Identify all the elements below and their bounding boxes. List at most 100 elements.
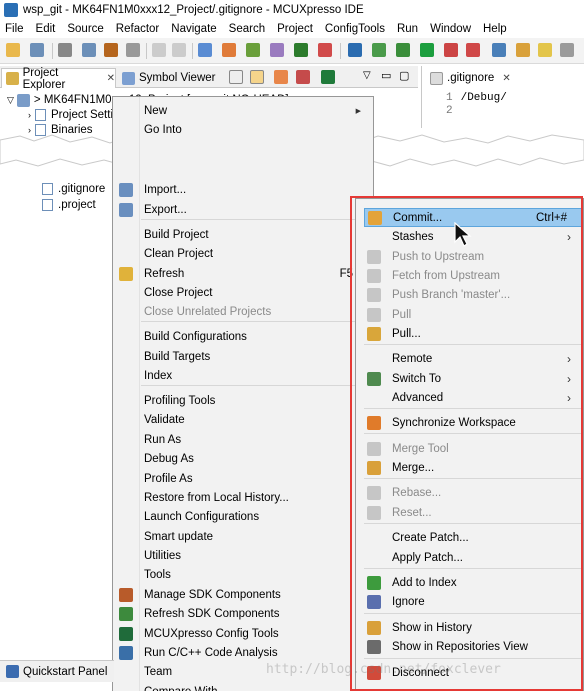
- editor-line[interactable]: 2: [446, 105, 454, 117]
- menu-search[interactable]: Search: [224, 23, 272, 35]
- team-item-create-patch[interactable]: Create Patch...: [356, 528, 583, 547]
- tab-gitignore[interactable]: .gitignore ✕: [426, 68, 515, 88]
- menu-item-refresh[interactable]: Refresh F5: [113, 264, 375, 283]
- tree-item[interactable]: .gitignore: [42, 181, 105, 197]
- team-item-pull[interactable]: Pull...: [356, 324, 583, 343]
- menu-item-profiling-tools[interactable]: Profiling Tools▶: [113, 391, 375, 410]
- menu-item-manage-sdk-components[interactable]: Manage SDK Components: [113, 585, 375, 604]
- menu-item-smart-update[interactable]: Smart update: [113, 527, 375, 546]
- menu-item-compare-with[interactable]: Compare With: [113, 682, 375, 691]
- new-icon[interactable]: [6, 43, 20, 57]
- menu-item-go-into[interactable]: Go Into: [113, 120, 375, 139]
- menu-item-import[interactable]: Import...: [113, 180, 375, 199]
- team-item-fetch-from-upstream[interactable]: Fetch from Upstream: [356, 266, 583, 285]
- configtools-view-icon[interactable]: [321, 70, 335, 84]
- tree-item[interactable]: › Project Setti: [28, 107, 113, 123]
- menu-window[interactable]: Window: [425, 23, 478, 35]
- menu-item-refresh-sdk-components[interactable]: Refresh SDK Components: [113, 604, 375, 623]
- team-item-push-branch-master[interactable]: Push Branch 'master'...: [356, 285, 583, 304]
- expand-chevron-icon[interactable]: ▽: [7, 95, 14, 106]
- quickstart-panel-tab[interactable]: Quickstart Panel: [0, 660, 114, 682]
- collapse-all-icon[interactable]: [229, 70, 243, 84]
- menu-item-build-configurations[interactable]: Build Configurations▶: [113, 327, 375, 346]
- team-item-advanced[interactable]: Advanced ›: [356, 388, 583, 407]
- build-icon[interactable]: [82, 43, 96, 57]
- menu-item-run-c-c-code-analysis[interactable]: Run C/C++ Code Analysis: [113, 643, 375, 662]
- menu-item-build-targets[interactable]: Build Targets▶: [113, 347, 375, 366]
- external-tools-icon[interactable]: [492, 43, 506, 57]
- run-icon[interactable]: [396, 43, 410, 57]
- menu-item-close-unrelated-projects[interactable]: Close Unrelated Projects: [113, 302, 375, 321]
- more-icon[interactable]: [560, 43, 574, 57]
- menu-item-mcuxpresso-config-tools[interactable]: MCUXpresso Config Tools: [113, 624, 375, 643]
- tab-project-explorer[interactable]: Project Explorer ✕: [1, 67, 116, 91]
- new-project-icon[interactable]: [198, 43, 212, 57]
- debug-icon[interactable]: [348, 43, 362, 57]
- menu-source[interactable]: Source: [62, 23, 110, 35]
- team-item-synchronize-workspace[interactable]: Synchronize Workspace: [356, 413, 583, 432]
- team-item-switch-to[interactable]: Switch To ›: [356, 369, 583, 388]
- team-item-show-in-repositories-view[interactable]: Show in Repositories View: [356, 637, 583, 656]
- menu-item-clean-project[interactable]: Clean Project: [113, 244, 375, 263]
- tab-symbol-viewer[interactable]: Symbol Viewer: [120, 68, 230, 88]
- close-icon[interactable]: ✕: [502, 73, 510, 84]
- menu-item-debug-as[interactable]: Debug As▶: [113, 449, 375, 468]
- maximize-icon[interactable]: ▢: [399, 69, 409, 82]
- minimize-icon[interactable]: ▭: [381, 69, 391, 82]
- configtools-icon[interactable]: [318, 43, 332, 57]
- menu-item-run-as[interactable]: Run As▶: [113, 430, 375, 449]
- filter-icon[interactable]: [274, 70, 288, 84]
- link-editor-icon[interactable]: [250, 70, 264, 84]
- menu-item-index[interactable]: Index▶: [113, 366, 375, 385]
- menu-file[interactable]: File: [0, 23, 31, 35]
- menu-item-new[interactable]: New ▶: [113, 101, 375, 120]
- menu-item-export[interactable]: Export...: [113, 200, 375, 219]
- menu-item-launch-configurations[interactable]: Launch Configurations: [113, 507, 375, 526]
- team-item-merge[interactable]: Merge...: [356, 458, 583, 477]
- chevron-right-icon[interactable]: ›: [28, 110, 31, 120]
- menu-item-utilities[interactable]: Utilities▶: [113, 546, 375, 565]
- editor-line[interactable]: 1 /Debug/: [446, 92, 507, 104]
- team-item-reset[interactable]: Reset...: [356, 503, 583, 522]
- highlight-icon[interactable]: [538, 43, 552, 57]
- menu-edit[interactable]: Edit: [31, 23, 63, 35]
- menu-item-close-project[interactable]: Close Project: [113, 283, 375, 302]
- debug-settings-icon[interactable]: [372, 43, 386, 57]
- forward-icon[interactable]: [172, 43, 186, 57]
- tree-item[interactable]: .project: [42, 197, 96, 213]
- menu-refactor[interactable]: Refactor: [111, 23, 166, 35]
- menu-item-profile-as[interactable]: Profile As▶: [113, 469, 375, 488]
- menu-item-restore-from-local-history[interactable]: Restore from Local History...: [113, 488, 375, 507]
- coverage-icon[interactable]: [466, 43, 480, 57]
- team-item-push-to-upstream[interactable]: Push to Upstream: [356, 247, 583, 266]
- team-item-apply-patch[interactable]: Apply Patch...: [356, 548, 583, 567]
- hammer-icon[interactable]: [104, 43, 118, 57]
- view-menu-icon[interactable]: ▽: [363, 70, 371, 81]
- back-icon[interactable]: [152, 43, 166, 57]
- settings-icon[interactable]: [58, 43, 72, 57]
- menu-help[interactable]: Help: [478, 23, 514, 35]
- team-item-rebase[interactable]: Rebase...: [356, 483, 583, 502]
- team-item-merge-tool[interactable]: Merge Tool: [356, 439, 583, 458]
- export-wizard-icon[interactable]: [270, 43, 284, 57]
- menu-run[interactable]: Run: [392, 23, 425, 35]
- team-item-show-in-history[interactable]: Show in History: [356, 618, 583, 637]
- pin-icon[interactable]: [246, 43, 260, 57]
- menu-item-build-project[interactable]: Build Project: [113, 225, 375, 244]
- team-item-pull[interactable]: Pull: [356, 305, 583, 324]
- close-icon[interactable]: ✕: [107, 73, 115, 84]
- stop-icon[interactable]: [444, 43, 458, 57]
- team-item-add-to-index[interactable]: Add to Index: [356, 573, 583, 592]
- menu-configtools[interactable]: ConfigTools: [320, 23, 392, 35]
- menu-navigate[interactable]: Navigate: [166, 23, 223, 35]
- menu-item-tools[interactable]: Tools▶: [113, 565, 375, 584]
- refresh-toolbar-icon[interactable]: [294, 43, 308, 57]
- save-icon[interactable]: [30, 43, 44, 57]
- menu-item-validate[interactable]: Validate: [113, 410, 375, 429]
- open-folder-icon[interactable]: [222, 43, 236, 57]
- team-item-remote[interactable]: Remote ›: [356, 349, 583, 368]
- focus-icon[interactable]: [296, 70, 310, 84]
- bookmark-icon[interactable]: [516, 43, 530, 57]
- binary-icon[interactable]: [126, 43, 140, 57]
- team-item-ignore[interactable]: Ignore: [356, 592, 583, 611]
